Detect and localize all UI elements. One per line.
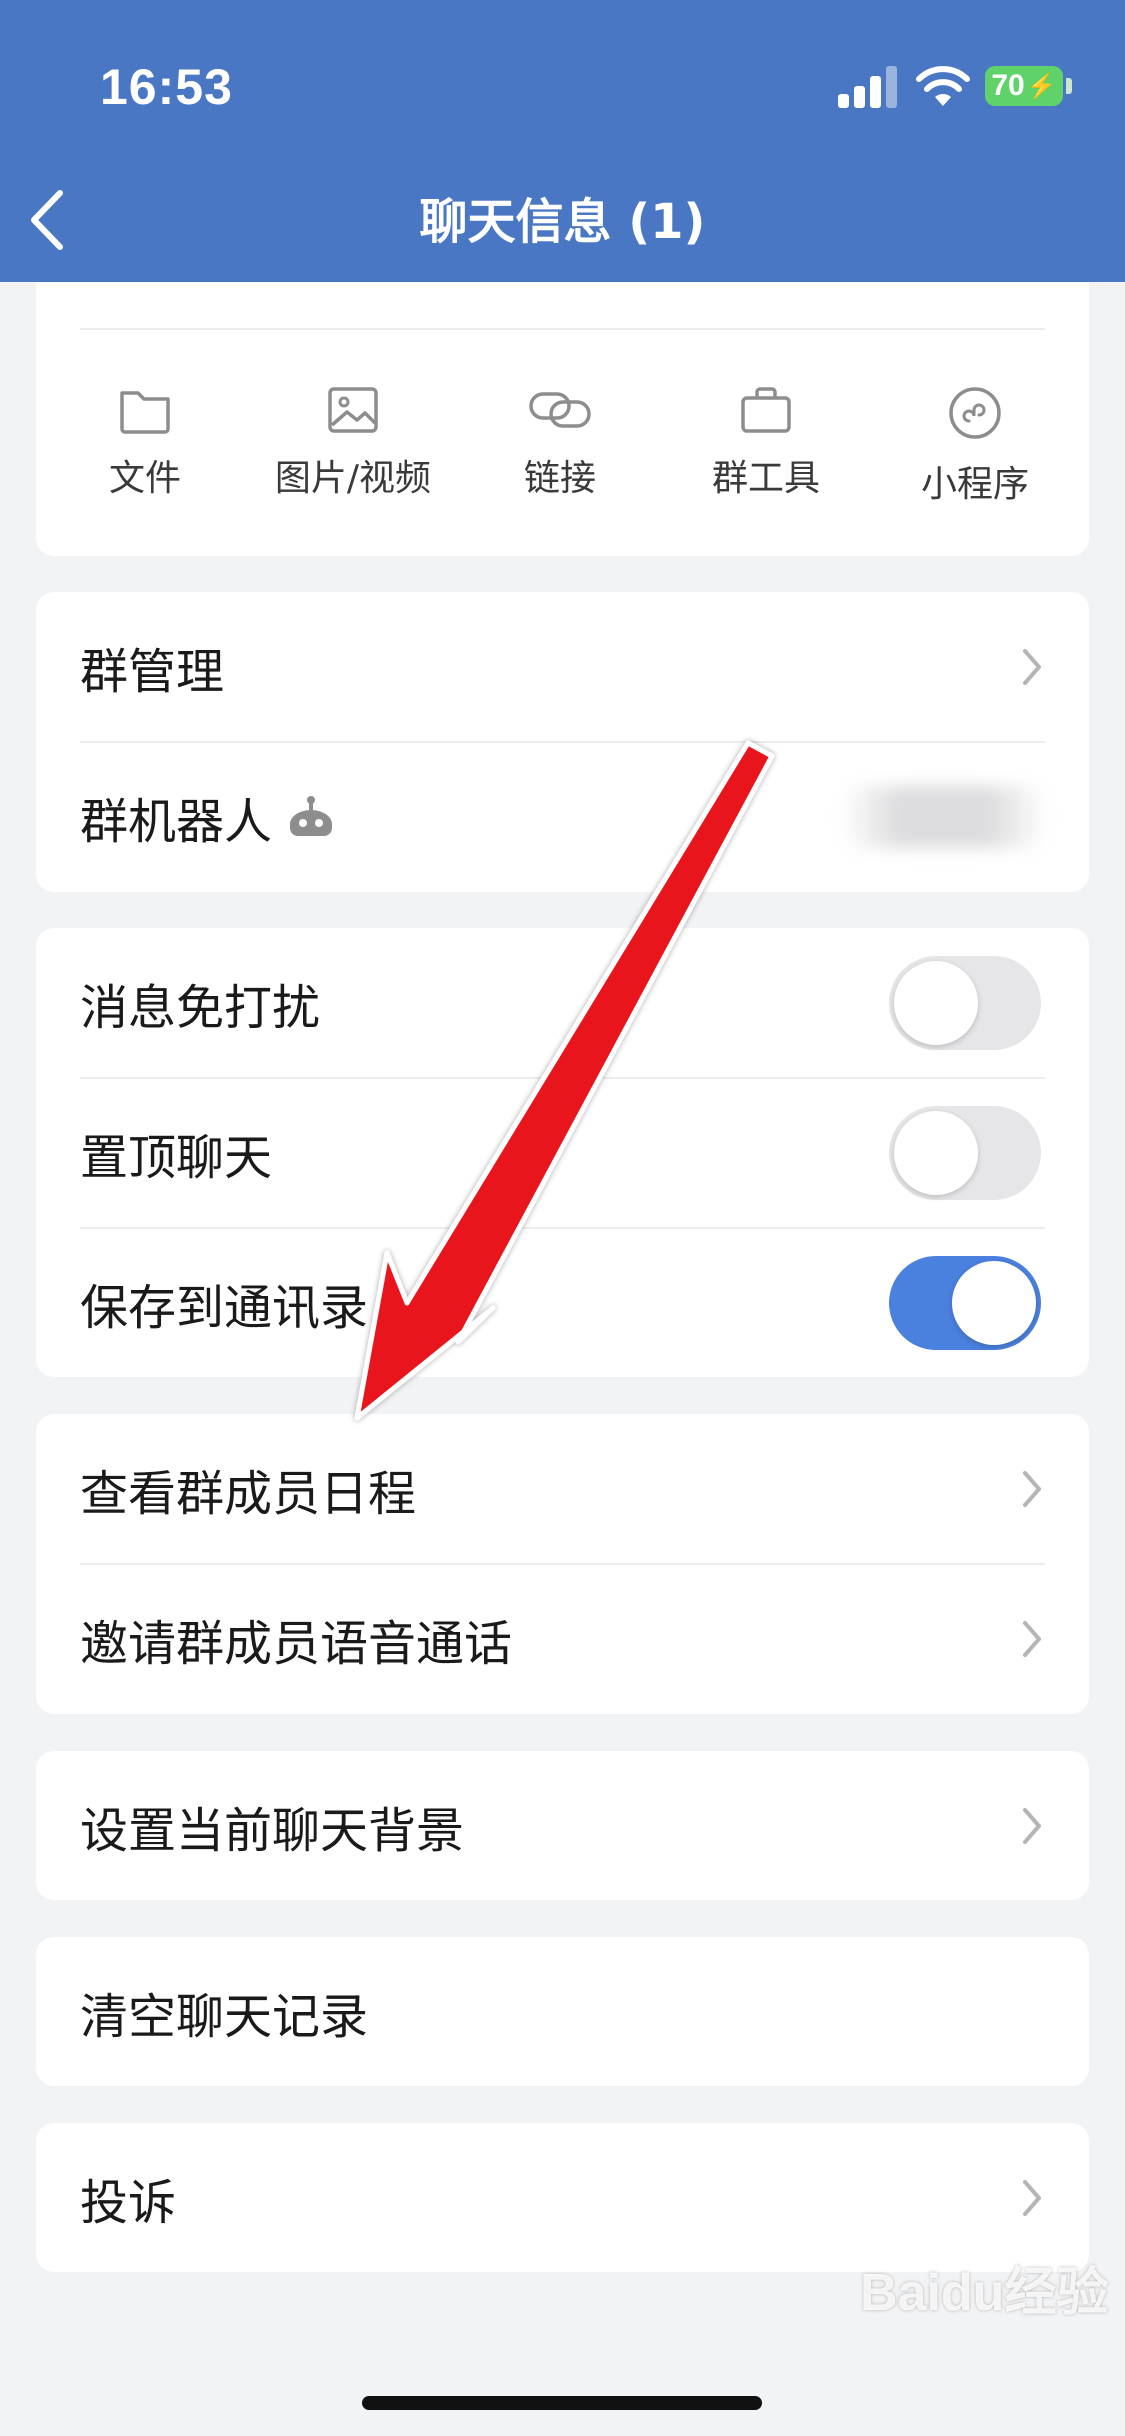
toggle-knob <box>894 1111 978 1195</box>
wifi-icon <box>916 66 970 106</box>
signal-icon <box>838 64 898 108</box>
robot-value-blurred <box>839 786 1049 848</box>
battery-tip <box>1066 78 1072 94</box>
robot-icon <box>290 796 332 836</box>
group-card: 群管理 群机器人 <box>36 592 1089 892</box>
tool-label: 链接 <box>523 458 596 499</box>
group-manage-row[interactable]: 群管理 <box>36 592 1089 742</box>
chevron-right-icon <box>1023 1621 1041 1657</box>
battery-icon: 70 ⚡ <box>985 66 1063 106</box>
tool-mini-program[interactable]: 小程序 <box>875 385 1075 507</box>
voice-call-label: 邀请群成员语音通话 <box>80 1616 513 1672</box>
member-card: 查看群成员日程 邀请群成员语音通话 <box>36 1414 1089 1714</box>
battery-level: 70 <box>991 69 1025 102</box>
toggle-knob <box>952 1261 1036 1345</box>
toggle-knob <box>894 961 978 1045</box>
tool-link[interactable]: 链接 <box>460 385 660 501</box>
tool-label: 小程序 <box>920 464 1029 505</box>
link-icon <box>529 392 591 428</box>
mute-toggle[interactable] <box>889 956 1041 1050</box>
clear-history-row[interactable]: 清空聊天记录 <box>36 1937 1089 2086</box>
background-card: 设置当前聊天背景 <box>36 1751 1089 1900</box>
status-time: 16:53 <box>100 59 233 115</box>
background-row[interactable]: 设置当前聊天背景 <box>36 1751 1089 1900</box>
group-manage-label: 群管理 <box>80 644 225 700</box>
group-robot-row[interactable]: 群机器人 <box>36 742 1089 892</box>
page-title: 聊天信息 (1) <box>419 194 706 250</box>
chevron-right-icon <box>1023 1807 1041 1844</box>
pin-toggle[interactable] <box>889 1106 1041 1200</box>
chevron-right-icon <box>1023 2179 1041 2216</box>
folder-icon <box>120 391 170 434</box>
clear-history-label: 清空聊天记录 <box>80 1988 369 2045</box>
complain-label: 投诉 <box>80 2174 177 2231</box>
nav-header: 16:53 70 ⚡ 聊天信息 (1) <box>0 0 1125 282</box>
mute-label: 消息免打扰 <box>80 980 321 1036</box>
watermark: Baidu经验 <box>860 2264 1109 2322</box>
home-indicator[interactable] <box>362 2396 762 2410</box>
tool-label: 群工具 <box>711 458 820 499</box>
voice-call-row[interactable]: 邀请群成员语音通话 <box>36 1564 1089 1714</box>
chevron-right-icon <box>1023 649 1041 685</box>
tool-file[interactable]: 文件 <box>45 385 245 501</box>
chevron-right-icon <box>1023 1471 1041 1507</box>
background-label: 设置当前聊天背景 <box>80 1802 465 1859</box>
pin-row: 置顶聊天 <box>36 1078 1089 1228</box>
tool-image-video[interactable]: 图片/视频 <box>253 385 453 501</box>
clear-card: 清空聊天记录 <box>36 1937 1089 2086</box>
briefcase-icon <box>741 387 791 433</box>
schedule-row[interactable]: 查看群成员日程 <box>36 1414 1089 1564</box>
pin-label: 置顶聊天 <box>80 1130 273 1186</box>
group-robot-label: 群机器人 <box>80 794 273 850</box>
save-contacts-toggle[interactable] <box>889 1256 1041 1350</box>
tool-label: 文件 <box>108 458 181 499</box>
schedule-label: 查看群成员日程 <box>80 1466 417 1522</box>
mini-program-icon <box>949 387 1001 439</box>
image-icon <box>328 387 378 433</box>
tool-label: 图片/视频 <box>274 458 432 499</box>
divider <box>80 328 1045 330</box>
switches-card: 消息免打扰 置顶聊天 保存到通讯录 <box>36 928 1089 1377</box>
tool-group-tools[interactable]: 群工具 <box>666 385 866 501</box>
save-contacts-label: 保存到通讯录 <box>80 1280 369 1336</box>
mute-row: 消息免打扰 <box>36 928 1089 1078</box>
save-contacts-row: 保存到通讯录 <box>36 1228 1089 1378</box>
